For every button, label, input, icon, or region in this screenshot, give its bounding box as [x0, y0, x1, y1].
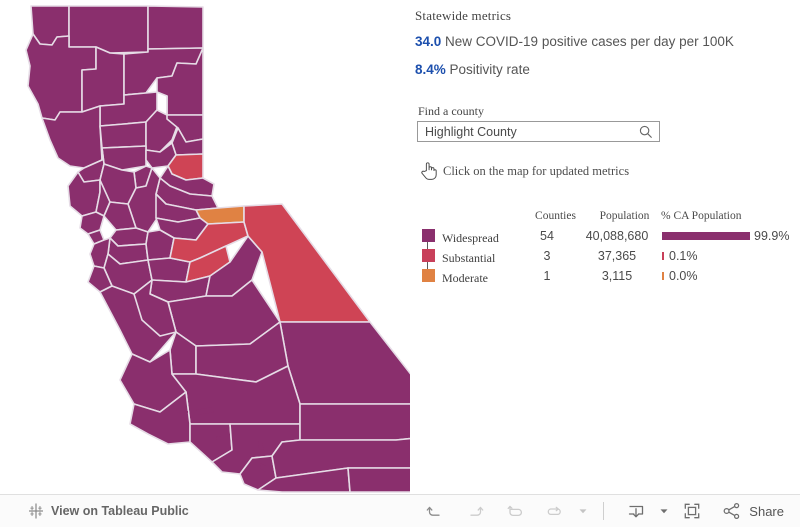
toolbar-divider: [603, 502, 605, 520]
legend-header-row: Counties Population % CA Population: [415, 210, 795, 228]
share-label: Share: [749, 503, 784, 519]
revert-button[interactable]: [495, 495, 535, 527]
metric-new-cases: 34.0 New COVID-19 positive cases per day…: [415, 34, 734, 49]
undo-button[interactable]: [415, 495, 455, 527]
legend-population-moderate: 3,115: [601, 269, 633, 283]
page-title: Statewide metrics: [415, 8, 512, 23]
legend-bar-fill-substantial: [662, 252, 664, 260]
legend-counties-widespread: 54: [540, 229, 554, 243]
legend-row-substantial[interactable]: Substantial 3 37,365 0.1%: [415, 248, 795, 269]
download-dropdown-caret[interactable]: [656, 495, 672, 527]
legend-counties-moderate: 1: [543, 269, 551, 283]
legend-population-widespread: 40,088,680: [585, 229, 649, 243]
click-map-hint-label: Click on the map for updated metrics: [443, 163, 630, 178]
county-search-box[interactable]: [417, 121, 660, 142]
county-san-bernardino[interactable]: [299, 403, 410, 441]
county-siskiyou[interactable]: [68, 5, 149, 54]
legend-swatch-widespread[interactable]: [422, 229, 435, 242]
tableau-logo-icon: [29, 503, 43, 519]
metric-positivity-value: 8.4%: [415, 62, 446, 77]
toolbar-actions: Share: [415, 495, 790, 527]
metric-new-cases-label: New COVID-19 positive cases per day per …: [445, 34, 734, 49]
legend-population-substantial: 37,365: [597, 249, 637, 263]
legend-header-counties: Counties: [535, 210, 576, 222]
legend-label-moderate: Moderate: [442, 271, 488, 285]
legend-header-pct: % CA Population: [661, 210, 742, 222]
legend-pct-moderate: 0.0%: [669, 269, 698, 283]
legend-row-widespread[interactable]: Widespread 54 40,088,680 99.9%: [415, 228, 795, 249]
legend-label-substantial: Substantial: [442, 251, 496, 265]
legend-bar-fill-widespread: [662, 232, 750, 240]
legend-row-moderate[interactable]: Moderate 1 3,115 0.0%: [415, 268, 795, 288]
find-county-label: Find a county: [418, 104, 484, 118]
metric-positivity: 8.4% Positivity rate: [415, 62, 530, 77]
county-glenn[interactable]: [99, 121, 147, 149]
legend-bar-fill-moderate: [662, 272, 664, 280]
county-inyo[interactable]: [279, 321, 410, 405]
view-on-tableau-public-label: View on Tableau Public: [51, 504, 189, 518]
metrics-panel: Statewide metrics 34.0 New COVID-19 posi…: [410, 0, 800, 494]
share-button[interactable]: Share: [712, 495, 790, 527]
share-icon: [723, 502, 740, 520]
redo-button[interactable]: [455, 495, 495, 527]
legend-counties-substantial: 3: [543, 249, 551, 263]
refresh-icon: [548, 506, 562, 516]
tier-legend-table: Counties Population % CA Population Wide…: [415, 210, 795, 288]
click-map-hint: Click on the map for updated metrics: [419, 161, 629, 181]
undo-icon: [426, 506, 440, 516]
revert-icon: [507, 505, 523, 517]
legend-swatch-substantial[interactable]: [422, 249, 435, 262]
tableau-viz: Statewide metrics 34.0 New COVID-19 posi…: [0, 0, 800, 494]
pointing-hand-icon: [421, 162, 437, 180]
download-icon: [629, 505, 644, 518]
metric-new-cases-value: 34.0: [415, 34, 442, 49]
refresh-dropdown-caret[interactable]: [575, 495, 591, 527]
legend-bar-substantial: 0.1%: [662, 249, 792, 264]
view-on-tableau-public-button[interactable]: View on Tableau Public: [28, 495, 189, 527]
legend-swatch-moderate[interactable]: [422, 269, 435, 282]
chevron-down-icon: [579, 509, 587, 514]
legend-bar-widespread: 99.9%: [662, 229, 792, 244]
chevron-down-icon: [660, 509, 668, 514]
california-county-map[interactable]: [0, 0, 410, 494]
legend-bar-moderate: 0.0%: [662, 269, 792, 284]
download-button[interactable]: [616, 495, 656, 527]
legend-pct-widespread: 99.9%: [754, 229, 790, 243]
refresh-button[interactable]: [535, 495, 575, 527]
legend-pct-substantial: 0.1%: [669, 249, 698, 263]
search-input[interactable]: [418, 122, 633, 141]
county-modoc[interactable]: [147, 5, 204, 50]
metric-positivity-label: Positivity rate: [449, 62, 530, 77]
legend-label-widespread: Widespread: [442, 231, 499, 245]
legend-header-population: Population: [599, 210, 650, 222]
search-icon[interactable]: [638, 124, 654, 140]
redo-icon: [470, 506, 484, 516]
fullscreen-button[interactable]: [672, 495, 712, 527]
island-anacapa: [184, 411, 188, 413]
tableau-toolbar: View on Tableau Public Share: [0, 494, 800, 527]
fullscreen-icon: [684, 503, 700, 519]
map-svg[interactable]: [0, 0, 410, 494]
county-stanislaus[interactable]: [147, 257, 191, 283]
county-imperial[interactable]: [347, 467, 410, 493]
